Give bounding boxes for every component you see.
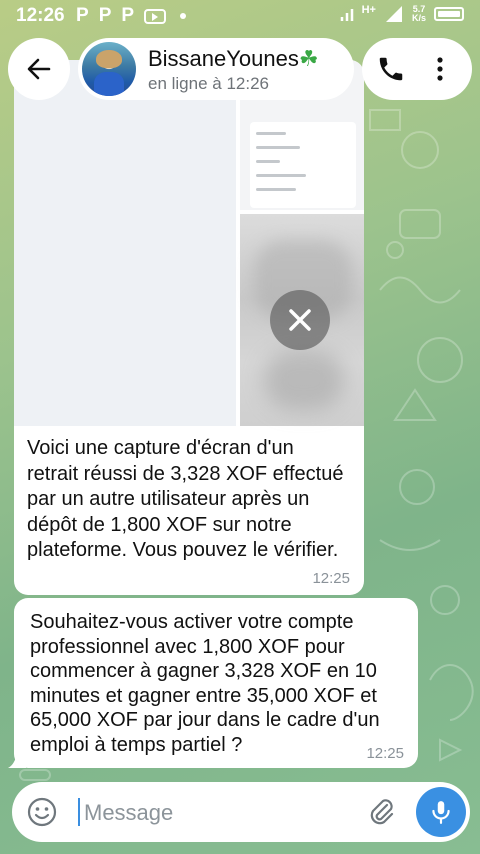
network-type-label: H+ [361,4,376,16]
message-composer [12,782,470,842]
attach-button[interactable] [366,796,398,828]
avatar[interactable] [82,42,136,96]
back-button[interactable] [8,38,70,100]
app-p-icon: P [121,5,135,26]
message-text: Souhaitez-vous activer votre compte prof… [30,611,380,756]
blurred-area [264,350,344,410]
status-bar: 12:26 P P P H+ 5.7 K/s [0,0,480,32]
call-button[interactable] [376,54,406,84]
cancel-download-button[interactable] [270,290,330,350]
more-vertical-icon [437,57,443,81]
contact-header[interactable]: BissaneYounes☘ en ligne à 12:26 [78,38,354,100]
youtube-icon [144,8,167,24]
message-time: 12:25 [312,570,350,587]
header-actions [362,38,472,100]
emoji-button[interactable] [26,796,58,828]
image-thumbnail[interactable] [14,60,236,426]
phone-icon [379,57,403,81]
message-text: Voici une capture d'écran d'un retrait r… [27,437,344,561]
arrow-left-icon [27,58,51,80]
signal-icon [340,9,353,21]
app-p-icon: P [76,5,89,26]
message-input[interactable] [82,792,346,834]
app-p-icon: P [98,5,112,26]
microphone-icon [432,801,450,824]
more-notifications-icon [180,13,187,19]
battery-icon [434,7,464,21]
media-message-bubble: Voici une capture d'écran d'un retrait r… [14,60,364,595]
message-time: 12:25 [366,745,404,762]
close-icon [289,309,311,331]
more-options-button[interactable] [428,54,452,84]
signal-bars-icon [385,6,402,22]
contact-name: BissaneYounes☘ [148,46,319,71]
text-cursor [78,798,80,826]
voice-record-button[interactable] [416,787,466,837]
paperclip-icon [370,799,394,825]
receipt-preview [250,122,356,208]
system-icons: H+ 5.7 K/s [340,4,464,23]
text-message-bubble: Souhaitez-vous activer votre compte prof… [14,598,418,768]
emoji-icon [27,797,57,827]
contact-status: en ligne à 12:26 [148,74,269,93]
notification-icons: P P P [76,5,187,27]
network-speed: 5.7 K/s [411,4,426,23]
clover-icon: ☘ [298,46,319,71]
status-time: 12:26 [16,5,65,26]
